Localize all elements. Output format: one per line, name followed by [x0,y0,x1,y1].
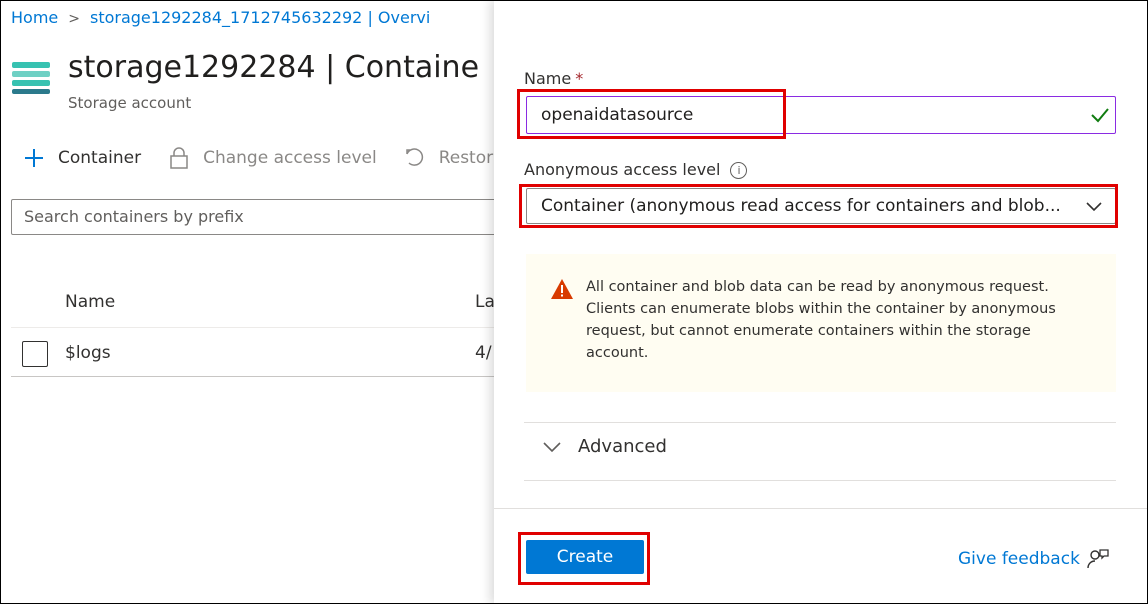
footer-divider [494,508,1148,509]
container-name-link[interactable]: $logs [65,343,111,363]
toolbar: Container Change access level Restor [22,143,494,173]
add-container-label: Container [58,148,142,168]
info-icon[interactable]: i [730,162,748,179]
give-feedback-label: Give feedback [958,549,1080,569]
row-checkbox[interactable] [22,341,48,367]
access-level-label: Anonymous access level i [524,160,748,179]
give-feedback-link[interactable]: Give feedback [958,547,1110,571]
column-header-name[interactable]: Name [65,292,115,312]
table-header: Name La [11,280,494,328]
section-divider [524,480,1116,481]
container-name-input[interactable] [526,96,1116,134]
chevron-down-icon [1086,202,1102,212]
access-level-value: Container (anonymous read access for con… [541,196,1061,216]
required-asterisk: * [575,69,584,88]
lock-icon [167,146,191,170]
breadcrumb-home[interactable]: Home [11,8,58,27]
breadcrumb: Home > storage1292284_1712745632292 | Over… [11,8,430,27]
container-last-modified: 4/ [475,343,492,363]
page-subtitle: Storage account [68,94,192,112]
change-access-level-label: Change access level [203,148,377,168]
restore-button[interactable]: Restor [403,146,493,170]
storage-account-page: Home > storage1292284_1712745632292 | Over… [0,0,494,604]
warning-icon [551,279,573,299]
undo-icon [403,146,427,170]
change-access-level-button[interactable]: Change access level [167,146,377,170]
storage-account-icon [12,62,50,96]
access-level-dropdown[interactable]: Container (anonymous read access for con… [526,188,1116,224]
access-level-label-text: Anonymous access level [524,160,721,179]
advanced-label: Advanced [578,436,667,457]
column-header-last-modified[interactable]: La [475,292,494,312]
advanced-expander[interactable]: Advanced [542,436,667,457]
table-row[interactable]: $logs 4/ [11,329,494,377]
breadcrumb-current[interactable]: storage1292284_1712745632292 | Overvi [90,8,430,27]
warning-text: All container and blob data can be read … [586,279,1056,361]
search-containers-input[interactable]: Search containers by prefix [11,199,494,235]
valid-checkmark-icon [1091,108,1109,123]
chevron-down-icon [543,441,561,452]
restore-label: Restor [438,148,494,168]
breadcrumb-separator: > [68,11,80,27]
section-divider [524,422,1116,423]
name-label: Name * [524,69,583,88]
name-label-text: Name [524,69,572,88]
page-title: storage1292284 | Containe [68,50,480,85]
create-button[interactable]: Create [526,540,644,574]
new-container-panel: Name* Anonymous access level i Container … [494,0,1148,604]
feedback-icon [1087,549,1109,569]
plus-icon [22,146,46,170]
warning-message: All container and blob data can be read … [526,254,1116,392]
add-container-button[interactable]: Container [22,146,141,170]
